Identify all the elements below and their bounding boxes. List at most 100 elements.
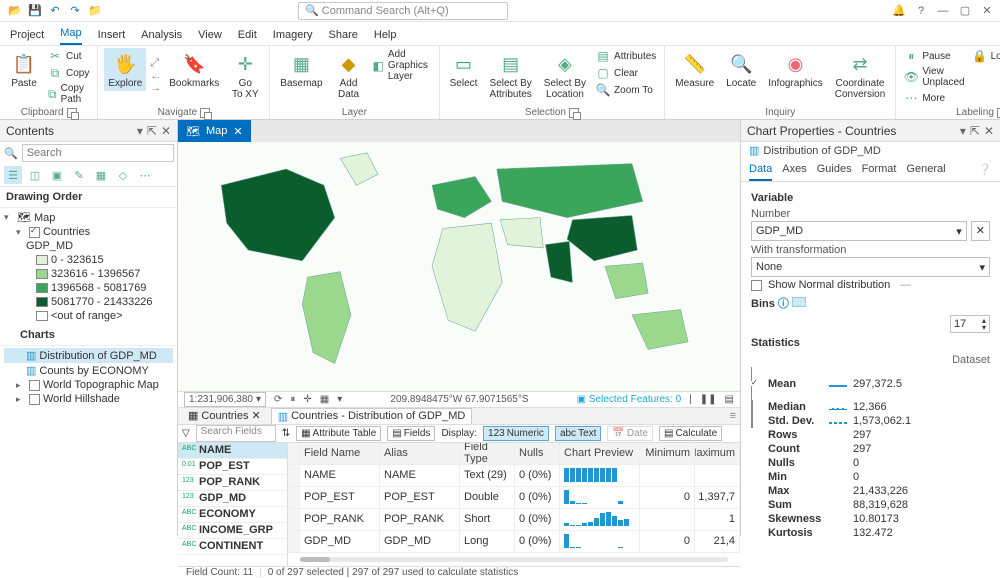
contents-search-input[interactable] [22,144,174,162]
attribute-table-button[interactable]: ▦Attribute Table [296,426,381,441]
tab-insert[interactable]: Insert [98,29,126,45]
list-by-source-icon[interactable]: ◫ [26,166,44,184]
folder-icon[interactable]: 📁 [86,2,104,20]
prev-extent-icon[interactable]: ← [150,70,161,82]
bins-input[interactable]: 17▴▾ [950,315,990,333]
tab-map[interactable]: Map [60,27,81,45]
basemap-button[interactable]: ▦Basemap [276,48,326,91]
field-row[interactable]: ABCECONOMY [178,507,287,523]
renderer-field[interactable]: GDP_MD [4,239,173,253]
tab-project[interactable]: Project [10,29,44,45]
maximize-icon[interactable]: ▢ [958,4,972,18]
tab-view[interactable]: View [198,29,222,45]
more-labeling-button[interactable]: ⋯More [902,90,966,106]
pause-labeling-button[interactable]: ⏸Pause [902,48,966,64]
cptab-guides[interactable]: Guides [817,163,852,181]
tab-help[interactable]: Help [374,29,397,45]
layer-countries[interactable]: ▾Countries [4,225,173,239]
field-row[interactable]: 123GDP_MD [178,491,287,507]
checkbox[interactable] [29,380,40,391]
map-view[interactable] [178,142,740,391]
close-pane-icon[interactable]: ✕ [161,124,171,138]
measure-button[interactable]: 📏Measure [671,48,718,91]
close-tab-icon[interactable]: ✕ [251,409,260,422]
save-icon[interactable]: 💾 [26,2,44,20]
go-to-xy-button[interactable]: ✛Go To XY [227,48,263,102]
grid-icon[interactable]: ▦ [320,394,329,405]
field-row[interactable]: 123POP_RANK [178,475,287,491]
field-row[interactable]: ABCINCOME_GRP [178,523,287,539]
checkbox[interactable] [29,227,40,238]
view-unplaced-button[interactable]: 👁View Unplaced [902,65,966,89]
next-extent-icon[interactable]: → [150,82,161,94]
class-3[interactable]: 1396568 - 5081769 [4,281,173,295]
table-tab-countries[interactable]: ▦Countries✕ [182,408,267,423]
pin-icon[interactable]: ⇱ [147,124,157,138]
class-out[interactable]: <out of range> [4,309,173,323]
minimize-icon[interactable]: — [936,4,950,18]
fields-view-button[interactable]: ▤Fields [387,426,435,441]
median-checkbox[interactable] [751,400,753,414]
help-icon[interactable]: ? [914,4,928,18]
select-button[interactable]: ▭Select [446,48,482,91]
close-pane-icon[interactable]: ✕ [984,124,994,138]
clear-selection-button[interactable]: ▢Clear [594,65,658,81]
cptab-data[interactable]: Data [749,163,772,181]
field-row[interactable]: ABCNAME [178,443,287,459]
class-2[interactable]: 323616 - 1396567 [4,267,173,281]
table-horizontal-scrollbar[interactable] [300,557,728,562]
list-by-editing-icon[interactable]: ✎ [70,166,88,184]
attributes-button[interactable]: ▤Attributes [594,48,658,64]
close-view-icon[interactable]: ✕ [233,125,242,138]
command-search-input[interactable]: 🔍 Command Search (Alt+Q) [298,2,508,20]
tab-analysis[interactable]: Analysis [141,29,182,45]
copy-path-button[interactable]: ⧉Copy Path [46,82,91,106]
selected-features[interactable]: ▣ Selected Features: 0 [577,394,682,405]
refresh-icon[interactable]: ⟳ [274,394,282,405]
snapping-icon[interactable]: ✛ [303,394,311,405]
clear-field-icon[interactable]: ✕ [971,221,990,241]
chart-counts-economy[interactable]: ▥Counts by ECONOMY [4,363,173,378]
cptab-axes[interactable]: Axes [782,163,806,181]
explore-button[interactable]: 🖐Explore [104,48,146,91]
copy-button[interactable]: ⧉Copy [46,65,91,81]
full-extent-icon[interactable]: ⤢ [150,57,161,70]
display-text-toggle[interactable]: abcText [555,426,601,441]
infographics-button[interactable]: ◉Infographics [764,48,826,91]
sort-icon[interactable]: ⇅ [282,428,290,439]
undo-icon[interactable]: ↶ [46,2,64,20]
paste-button[interactable]: 📋Paste [6,48,42,91]
display-numeric-toggle[interactable]: 123Numeric [483,426,549,441]
more-icon[interactable]: ⋯ [136,166,154,184]
grid-row[interactable]: NAMENAMEText (29)0 (0%) [288,465,740,487]
cptab-general[interactable]: General [906,163,945,181]
redo-icon[interactable]: ↷ [66,2,84,20]
tab-imagery[interactable]: Imagery [273,29,313,45]
locate-button[interactable]: 🔍Locate [722,48,760,91]
calculate-button[interactable]: ▤Calculate [659,426,722,441]
select-by-location-button[interactable]: ◈Select By Location [540,48,590,102]
map-scale-input[interactable]: 1:231,906,380▾ [184,392,266,407]
table-tab-distribution[interactable]: ▥Countries - Distribution of GDP_MD [271,408,473,424]
help-icon[interactable]: ❔ [978,163,992,181]
chevron-down-icon[interactable]: ▾ [137,124,143,138]
list-by-labeling-icon[interactable]: ◇ [114,166,132,184]
dyn-text-icon[interactable]: ▾ [337,394,342,405]
grid-row[interactable]: GDP_MDGDP_MDLong0 (0%)021,4 [288,531,740,553]
number-field-select[interactable]: GDP_MD▾ [751,221,967,241]
list-by-selection-icon[interactable]: ▣ [48,166,66,184]
display-date-toggle[interactable]: 📅Date [607,426,653,441]
grid-row[interactable]: POP_RANKPOP_RANKShort0 (0%)1 [288,509,740,531]
chevron-down-icon[interactable]: ▾ [960,124,966,138]
show-normal-checkbox[interactable] [751,280,762,291]
tab-edit[interactable]: Edit [238,29,257,45]
open-project-icon[interactable]: 📂 [6,2,24,20]
bookmarks-button[interactable]: 🔖Bookmarks [165,48,223,91]
close-icon[interactable]: ✕ [980,4,994,18]
std-checkbox[interactable] [751,414,753,428]
class-1[interactable]: 0 - 323615 [4,253,173,267]
add-data-button[interactable]: ◆Add Data [331,48,367,102]
zoom-to-button[interactable]: 🔍Zoom To [594,82,658,98]
coordinate-conversion-button[interactable]: ⇄Coordinate Conversion [831,48,890,102]
field-row[interactable]: 0.01POP_EST [178,459,287,475]
